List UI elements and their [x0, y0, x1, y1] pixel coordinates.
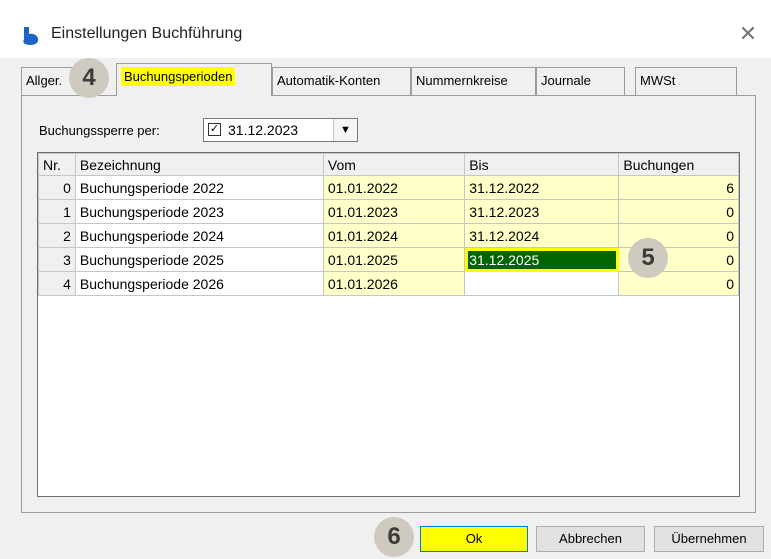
step-badge-6: 6	[374, 517, 414, 557]
cell-from[interactable]: 01.01.2026	[322, 271, 466, 296]
table-row[interactable]: 0 Buchungsperiode 2022 01.01.2022 31.12.…	[38, 175, 739, 200]
cell-count[interactable]: 0	[618, 199, 739, 224]
tab-automatik-konten[interactable]: Automatik-Konten	[272, 67, 411, 95]
header-nr[interactable]: Nr.	[38, 153, 76, 176]
header-bis[interactable]: Bis	[464, 153, 620, 176]
cancel-button[interactable]: Abbrechen	[536, 526, 645, 552]
step-badge-4: 4	[69, 58, 109, 98]
app-logo-icon	[22, 26, 40, 46]
cell-from[interactable]: 01.01.2022	[322, 175, 466, 200]
cell-to-selected[interactable]: 31.12.2025	[464, 247, 620, 272]
cell-to[interactable]	[464, 271, 620, 296]
cell-to[interactable]: 31.12.2023	[464, 199, 620, 224]
tab-nummernkreise[interactable]: Nummernkreise	[411, 67, 536, 95]
step-badge-5: 5	[628, 238, 668, 278]
cell-nr[interactable]: 0	[38, 175, 76, 200]
cell-nr[interactable]: 2	[38, 223, 76, 248]
cell-from[interactable]: 01.01.2023	[322, 199, 466, 224]
cell-name[interactable]: Buchungsperiode 2023	[74, 199, 324, 224]
title-bar: Einstellungen Buchführung ✕	[0, 0, 771, 58]
settings-dialog: Einstellungen Buchführung ✕ Allger. Buch…	[0, 0, 771, 559]
header-buchungen[interactable]: Buchungen	[618, 153, 739, 176]
cell-nr[interactable]: 3	[38, 247, 76, 272]
cell-name[interactable]: Buchungsperiode 2026	[74, 271, 324, 296]
tab-mwst[interactable]: MWSt	[635, 67, 737, 95]
window-title: Einstellungen Buchführung	[51, 25, 243, 42]
lock-checkbox[interactable]: ✓	[208, 123, 221, 136]
header-bezeichnung[interactable]: Bezeichnung	[74, 153, 324, 176]
cell-nr[interactable]: 1	[38, 199, 76, 224]
cell-name[interactable]: Buchungsperiode 2024	[74, 223, 324, 248]
cell-from[interactable]: 01.01.2024	[322, 223, 466, 248]
chevron-down-icon[interactable]: ▼	[333, 119, 357, 141]
cell-nr[interactable]: 4	[38, 271, 76, 296]
cell-count[interactable]: 6	[618, 175, 739, 200]
table-row[interactable]: 4 Buchungsperiode 2026 01.01.2026 0	[38, 271, 739, 296]
periods-table: Nr. Bezeichnung Vom Bis Buchungen 0 Buch…	[38, 153, 739, 296]
periods-grid[interactable]: Nr. Bezeichnung Vom Bis Buchungen 0 Buch…	[37, 152, 740, 497]
lock-date-picker[interactable]: ✓ 31.12.2023 ▼	[203, 118, 358, 142]
cell-to[interactable]: 31.12.2022	[464, 175, 620, 200]
header-vom[interactable]: Vom	[322, 153, 466, 176]
lock-date-value: 31.12.2023	[228, 122, 299, 138]
table-header-row: Nr. Bezeichnung Vom Bis Buchungen	[38, 153, 739, 176]
cell-to[interactable]: 31.12.2024	[464, 223, 620, 248]
apply-button[interactable]: Übernehmen	[654, 526, 764, 552]
cell-name[interactable]: Buchungsperiode 2025	[74, 247, 324, 272]
tab-buchungsperioden-label: Buchungsperioden	[121, 67, 236, 86]
close-icon[interactable]: ✕	[736, 22, 760, 46]
table-row[interactable]: 1 Buchungsperiode 2023 01.01.2023 31.12.…	[38, 199, 739, 224]
tab-buchungsperioden[interactable]: Buchungsperioden	[116, 63, 272, 96]
ok-button[interactable]: Ok	[420, 526, 528, 552]
cell-name[interactable]: Buchungsperiode 2022	[74, 175, 324, 200]
cell-from[interactable]: 01.01.2025	[322, 247, 466, 272]
lock-label: Buchungssperre per:	[39, 123, 160, 138]
tab-journale[interactable]: Journale	[536, 67, 625, 95]
